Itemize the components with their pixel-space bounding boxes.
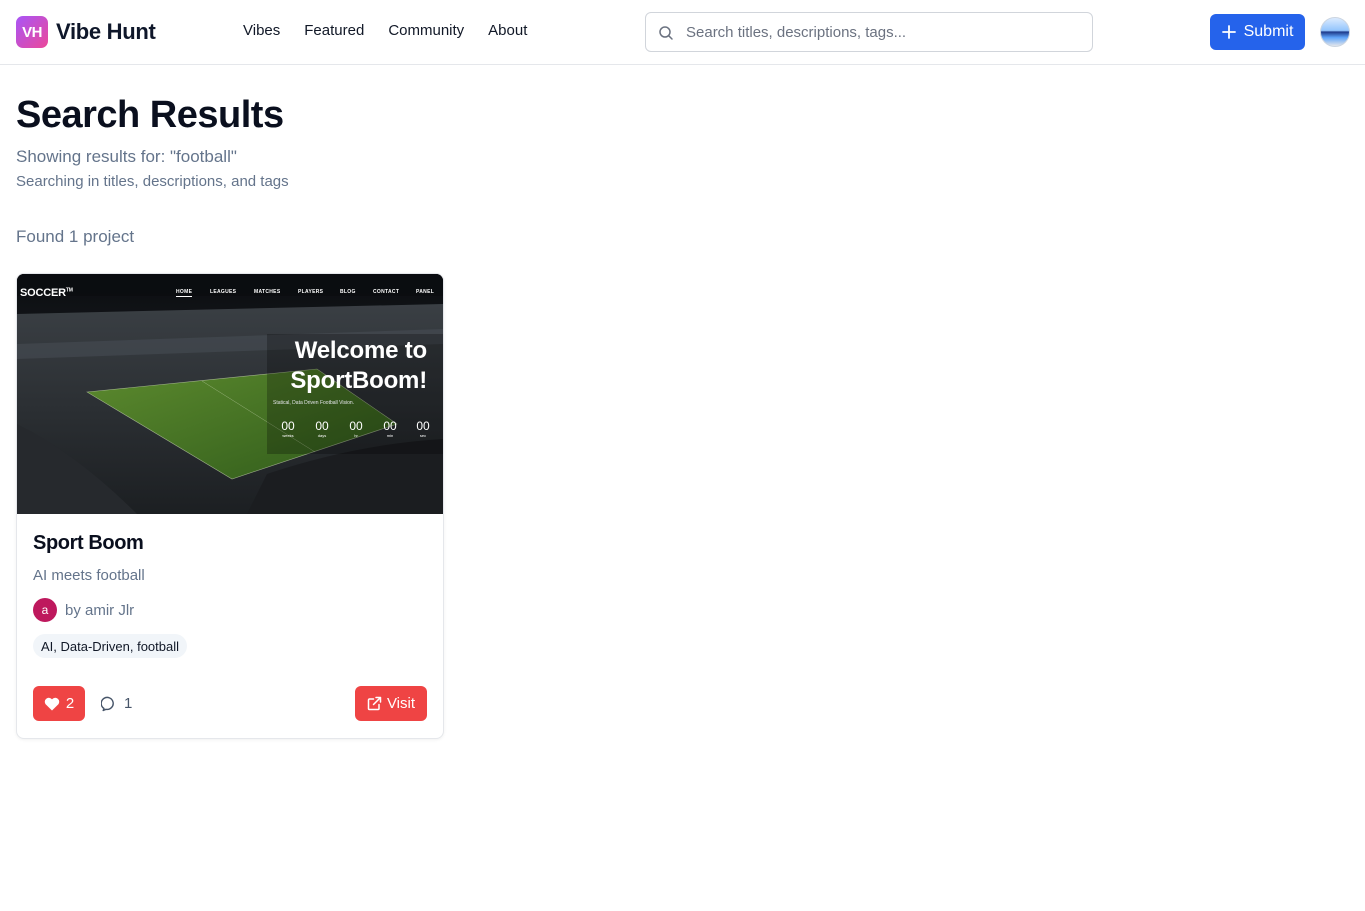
project-title[interactable]: Sport Boom — [33, 532, 427, 555]
project-thumbnail[interactable]: SOCCERTM HOME LEAGUES MATCHES PLAYERS BL… — [17, 274, 443, 514]
search-icon — [659, 26, 673, 40]
like-button[interactable]: 2 — [33, 686, 85, 721]
nav-item-featured[interactable]: Featured — [304, 22, 364, 39]
visit-button[interactable]: Visit — [355, 686, 427, 721]
comment-count: 1 — [124, 695, 133, 712]
nav-item-community[interactable]: Community — [388, 22, 464, 39]
author-avatar: a — [33, 598, 57, 622]
countdown-weeks: 00 weeks — [281, 419, 295, 438]
heart-icon — [44, 697, 60, 710]
like-count: 2 — [65, 695, 75, 712]
search-scope-line: Searching in titles, descriptions, and t… — [16, 173, 289, 190]
countdown-seconds: 00 sec — [416, 419, 430, 438]
thumb-nav-matches: MATCHES — [254, 289, 281, 295]
project-tags[interactable]: AI, Data-Driven, football — [33, 634, 188, 658]
logo-link[interactable]: VH Vibe Hunt — [16, 16, 156, 48]
thumb-nav-panel: PANEL — [416, 289, 435, 295]
results-count: Found 1 project — [16, 227, 135, 246]
nav-item-vibes[interactable]: Vibes — [243, 22, 280, 39]
project-author[interactable]: a by amir Jlr — [33, 598, 134, 622]
logo-text: Vibe Hunt — [56, 19, 156, 44]
thumb-nav-players: PLAYERS — [298, 289, 324, 295]
thumb-brand: SOCCERTM — [20, 287, 73, 299]
submit-label: Submit — [1243, 23, 1294, 40]
countdown-hours: 00 hr — [349, 419, 363, 438]
plus-icon — [1221, 25, 1236, 39]
external-link-icon — [367, 696, 382, 711]
top-header: VH Vibe Hunt Vibes Featured Community Ab… — [0, 0, 1365, 65]
user-avatar[interactable] — [1320, 17, 1350, 47]
submit-button[interactable]: Submit — [1210, 14, 1305, 50]
countdown-minutes: 00 min — [383, 419, 397, 438]
author-name: by amir Jlr — [65, 601, 135, 619]
card-body: Sport Boom AI meets football a by amir J… — [33, 532, 427, 658]
thumb-headline: Welcome to SportBoom! — [290, 337, 427, 394]
thumb-nav-contact: CONTACT — [373, 289, 400, 295]
countdown-days: 00 days — [315, 419, 329, 438]
comment-button[interactable]: 1 — [101, 686, 132, 721]
search-box — [645, 12, 1093, 52]
search-input[interactable] — [646, 13, 1092, 51]
project-description: AI meets football — [33, 567, 145, 584]
logo-badge: VH — [16, 16, 48, 48]
comment-icon — [101, 696, 114, 711]
thumb-nav-leagues: LEAGUES — [210, 289, 237, 295]
thumb-tagline: Statical, Data Driven Football Vision. — [273, 400, 355, 406]
search-query-line: Showing results for: "football" — [16, 147, 237, 166]
main-nav: Vibes Featured Community About — [243, 22, 527, 39]
visit-label: Visit — [386, 695, 416, 712]
thumb-nav-home: HOME — [176, 289, 193, 297]
page-title: Search Results — [16, 94, 284, 136]
nav-item-about[interactable]: About — [488, 22, 527, 39]
project-card[interactable]: SOCCERTM HOME LEAGUES MATCHES PLAYERS BL… — [16, 273, 444, 739]
thumb-nav-blog: BLOG — [340, 289, 356, 295]
